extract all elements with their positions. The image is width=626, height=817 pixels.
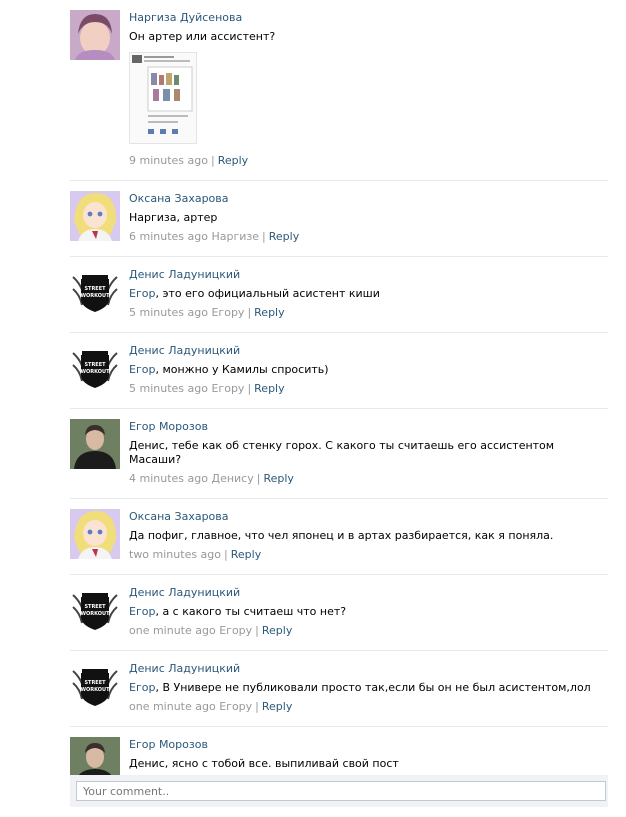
comment-timestamp[interactable]: 4 minutes ago	[129, 472, 208, 485]
reply-link[interactable]: Reply	[231, 548, 261, 561]
reply-link[interactable]: Reply	[262, 700, 292, 713]
comment: Оксана Захарова Да пофиг, главное, что че…	[70, 499, 608, 575]
comment-message: Наргиза, артер	[129, 211, 218, 224]
meta-separator: |	[262, 230, 266, 243]
reply-to-user[interactable]: Денису	[211, 472, 253, 485]
comment-author-link[interactable]: Егор Морозов	[129, 738, 608, 752]
comment: Наргиза Дуйсенова Он артер или ассистент?…	[70, 0, 608, 181]
comment-text: Денис, тебе как об стенку горох. С каког…	[129, 439, 608, 467]
mention-link[interactable]: Егор	[129, 363, 155, 376]
meta-separator: |	[224, 548, 228, 561]
reply-link[interactable]: Reply	[254, 306, 284, 319]
comment-meta: two minutes ago | Reply	[129, 548, 608, 574]
comment-thread: Наргиза Дуйсенова Он артер или ассистент?…	[70, 0, 608, 803]
meta-separator: |	[247, 306, 252, 319]
meta-separator: |	[255, 700, 259, 713]
comment-text: Егор, это его официальный асистент киши	[129, 287, 608, 301]
meta-separator: |	[256, 472, 261, 485]
mention-link[interactable]: Егор	[129, 605, 155, 618]
comment-message: Да пофиг, главное, что чел японец и в ар…	[129, 529, 554, 542]
comment-author-link[interactable]: Денис Ладуницкий	[129, 586, 608, 600]
reply-link[interactable]: Reply	[269, 230, 299, 243]
comment-meta: 4 minutes ago Денису | Reply	[129, 472, 608, 498]
meta-separator: |	[210, 154, 215, 167]
comment-author-link[interactable]: Денис Ладуницкий	[129, 268, 608, 282]
svg-text:STREET: STREET	[84, 604, 106, 610]
comment-message: Денис, ясно с тобой все. выпиливай свой …	[129, 757, 399, 770]
avatar-anime-girl[interactable]	[70, 509, 120, 559]
reply-link[interactable]: Reply	[218, 154, 248, 167]
reply-to-user[interactable]: Егору	[211, 306, 244, 319]
comment-text: Да пофиг, главное, что чел японец и в ар…	[129, 529, 608, 543]
comment-text: Он артер или ассистент?	[129, 30, 608, 44]
svg-text:WORKOUT: WORKOUT	[81, 369, 111, 375]
comment-author-link[interactable]: Наргиза Дуйсенова	[129, 11, 608, 25]
avatar-street-workout-logo[interactable]: STREET WORKOUT	[70, 585, 120, 635]
avatar-street-workout-logo[interactable]: STREET WORKOUT	[70, 267, 120, 317]
comment-meta: 6 minutes ago Наргизе | Reply	[129, 230, 608, 256]
reply-link[interactable]: Reply	[254, 382, 284, 395]
avatar-man-photo[interactable]	[70, 419, 120, 469]
comment-timestamp[interactable]: 5 minutes ago	[129, 382, 208, 395]
comment-timestamp[interactable]: 6 minutes ago	[129, 230, 208, 243]
comment-author-link[interactable]: Денис Ладуницкий	[129, 662, 608, 676]
comment: STREET WORKOUT Денис Ладуницкий Егор, это е…	[70, 257, 608, 333]
avatar-girl-photo[interactable]	[70, 10, 120, 60]
reply-to-user[interactable]: Егору	[219, 624, 252, 637]
comment-timestamp[interactable]: 9 minutes ago	[129, 154, 208, 167]
comment-message: , В Универе не публиковали просто так,ес…	[155, 681, 591, 694]
comment-author-link[interactable]: Оксана Захарова	[129, 510, 608, 524]
comment-text: Егор, а с какого ты считаеш что нет?	[129, 605, 608, 619]
reply-link[interactable]: Reply	[262, 624, 292, 637]
mention-link[interactable]: Егор	[129, 287, 155, 300]
reply-to-user[interactable]: Егору	[211, 382, 244, 395]
svg-text:STREET: STREET	[84, 286, 106, 292]
comment-input[interactable]	[76, 781, 606, 801]
reply-link[interactable]: Reply	[263, 472, 293, 485]
comment-meta: 9 minutes ago | Reply	[129, 154, 608, 180]
comment-author-link[interactable]: Денис Ладуницкий	[129, 344, 608, 358]
comment-message: , а с какого ты считаеш что нет?	[155, 605, 347, 618]
svg-text:WORKOUT: WORKOUT	[81, 293, 111, 299]
comment-composer	[70, 775, 608, 807]
comment-author-link[interactable]: Оксана Захарова	[129, 192, 608, 206]
comment-meta: 5 minutes ago Егору | Reply	[129, 382, 608, 408]
comment-author-link[interactable]: Егор Морозов	[129, 420, 608, 434]
reply-to-user[interactable]: Егору	[219, 700, 252, 713]
comment-timestamp[interactable]: one minute ago	[129, 700, 216, 713]
comment: STREET WORKOUT Денис Ладуницкий Егор, монжн…	[70, 333, 608, 409]
comment: STREET WORKOUT Денис Ладуницкий Егор, а с к…	[70, 575, 608, 651]
svg-text:WORKOUT: WORKOUT	[81, 687, 111, 693]
comment-message: , монжно у Камилы спросить)	[155, 363, 329, 376]
comment-text: Наргиза, артер	[129, 211, 608, 225]
comment: Оксана Захарова Наргиза, артер 6 minutes a…	[70, 181, 608, 257]
comment-timestamp[interactable]: two minutes ago	[129, 548, 221, 561]
avatar-street-workout-logo[interactable]: STREET WORKOUT	[70, 661, 120, 711]
comment-meta: 5 minutes ago Егору | Reply	[129, 306, 608, 332]
comment-meta: one minute ago Егору | Reply	[129, 624, 608, 650]
comment-message: Он артер или ассистент?	[129, 30, 276, 43]
comment-message: Денис, тебе как об стенку горох. С каког…	[129, 439, 555, 466]
attached-screenshot-image[interactable]	[129, 52, 197, 144]
meta-separator: |	[255, 624, 259, 637]
comment-timestamp[interactable]: one minute ago	[129, 624, 216, 637]
comment-text: Егор, монжно у Камилы спросить)	[129, 363, 608, 377]
comment-text: Егор, В Универе не публиковали просто та…	[129, 681, 608, 695]
meta-separator: |	[247, 382, 252, 395]
reply-to-user[interactable]: Наргизе	[211, 230, 259, 243]
comment-message: , это его официальный асистент киши	[155, 287, 380, 300]
mention-link[interactable]: Егор	[129, 681, 155, 694]
avatar-anime-girl[interactable]	[70, 191, 120, 241]
comment-text: Денис, ясно с тобой все. выпиливай свой …	[129, 757, 608, 771]
avatar-street-workout-logo[interactable]: STREET WORKOUT	[70, 343, 120, 393]
comment: Егор Морозов Денис, тебе как об стенку го…	[70, 409, 608, 499]
svg-text:STREET: STREET	[84, 362, 106, 368]
svg-text:STREET: STREET	[84, 680, 106, 686]
comment-timestamp[interactable]: 5 minutes ago	[129, 306, 208, 319]
comment: STREET WORKOUT Денис Ладуницкий Егор, В Уни…	[70, 651, 608, 727]
svg-text:WORKOUT: WORKOUT	[81, 611, 111, 617]
comment-meta: one minute ago Егору | Reply	[129, 700, 608, 726]
